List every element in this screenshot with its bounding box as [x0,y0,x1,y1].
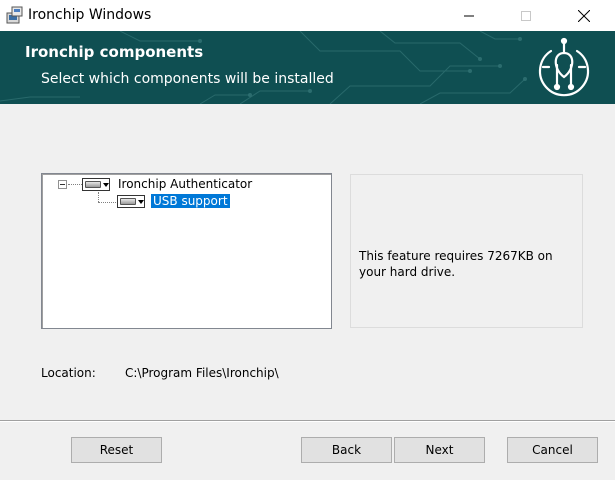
window-title: Ironchip Windows [28,7,152,23]
drive-icon [85,181,101,188]
tree-item-ironchip-authenticator[interactable]: Ironchip Authenticator [118,177,252,191]
header-banner: Ironchip components Select which compone… [0,31,615,104]
minimize-icon [464,15,474,16]
dropdown-arrow-icon [103,182,109,187]
maximize-button [503,0,549,31]
installer-app-icon [6,6,24,24]
dropdown-arrow-icon [138,199,144,204]
location-label: Location: [41,366,96,380]
next-button[interactable]: Next [394,437,485,463]
reset-button[interactable]: Reset [71,437,162,463]
title-bar: Ironchip Windows [0,0,615,31]
feature-state-dropdown[interactable] [117,195,145,208]
feature-state-dropdown[interactable] [82,178,110,191]
circuit-background-graphic [0,31,527,104]
back-button[interactable]: Back [301,437,392,463]
close-button[interactable] [561,0,607,31]
maximize-icon [521,10,531,21]
ironchip-logo [538,37,590,97]
close-icon [578,9,590,22]
minimize-button[interactable] [446,0,492,31]
feature-tree[interactable]: Ironchip Authenticator USB support [41,173,332,329]
location-path: C:\Program Files\Ironchip\ [125,366,279,380]
banner-subtitle: Select which components will be installe… [41,71,334,87]
tree-connector [98,192,99,202]
drive-icon [120,198,136,205]
tree-connector [98,202,116,203]
feature-description-panel: This feature requires 7267KB on your har… [350,174,583,328]
footer-divider-highlight [0,421,615,422]
cancel-button[interactable]: Cancel [507,437,598,463]
feature-description-text: This feature requires 7267KB on your har… [359,249,553,279]
collapse-toggle-icon[interactable] [58,180,67,189]
banner-title: Ironchip components [25,43,204,61]
tree-connector [68,184,82,185]
tree-item-usb-support[interactable]: USB support [151,194,230,208]
